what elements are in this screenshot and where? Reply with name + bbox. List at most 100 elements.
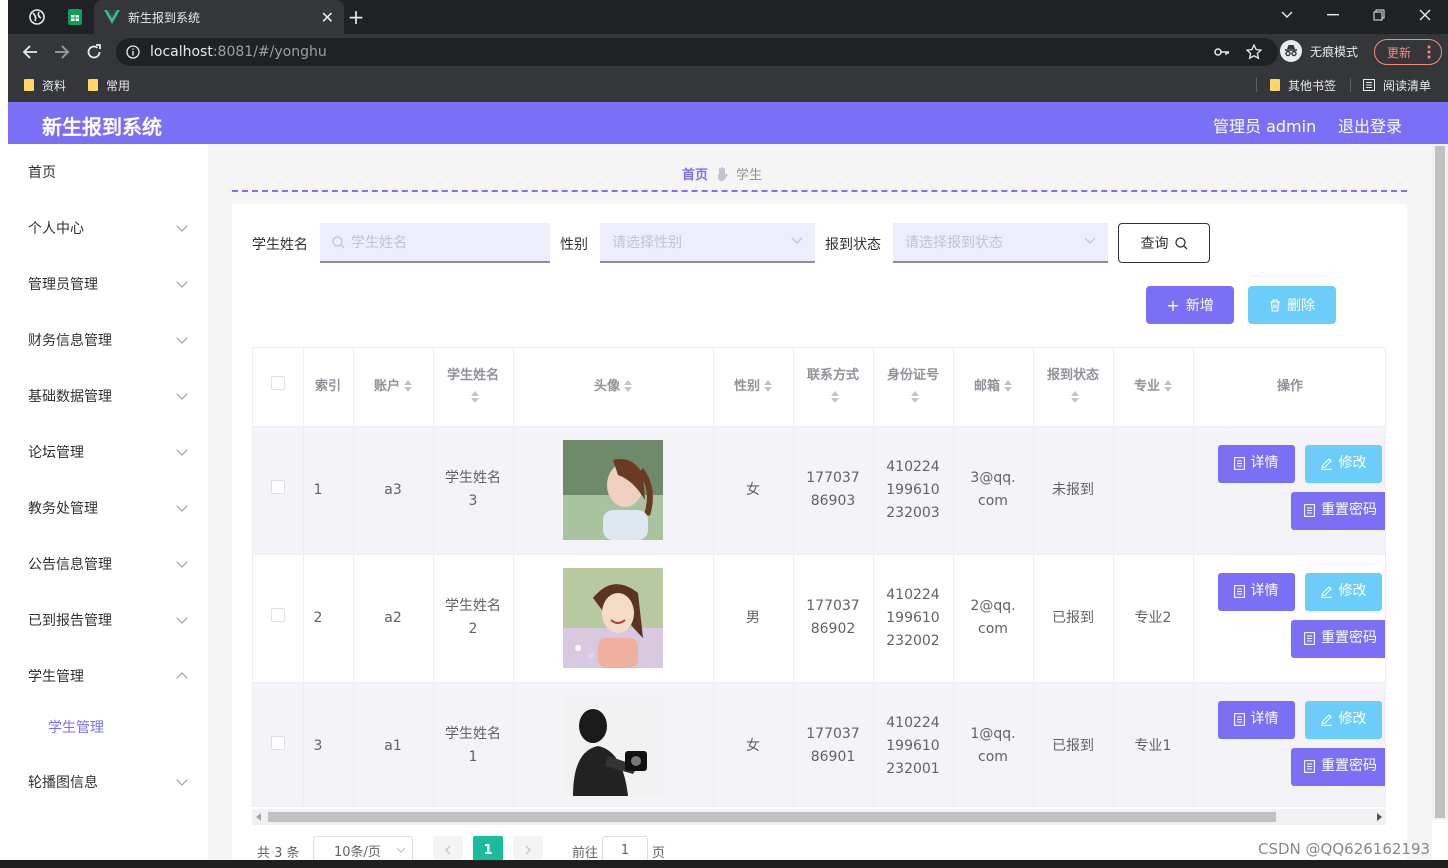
incognito-indicator[interactable]: 无痕模式	[1280, 40, 1358, 62]
edit-button[interactable]: 修改	[1304, 572, 1382, 611]
chevron-down-icon	[176, 556, 188, 568]
checkbox-cell[interactable]	[253, 554, 304, 683]
id-number-cell: 410224199610232002	[873, 554, 954, 683]
row-checkbox[interactable]	[270, 735, 285, 750]
sort-icon[interactable]	[1164, 379, 1172, 393]
detail-button[interactable]: 详情	[1217, 444, 1295, 483]
forward-icon[interactable]	[50, 40, 74, 64]
checkbox-cell[interactable]	[253, 426, 304, 555]
address-bar[interactable]: localhost:8081/#/yonghu	[116, 38, 1278, 66]
update-button[interactable]: 更新	[1374, 39, 1442, 65]
scrollbar-thumb[interactable]	[268, 812, 1276, 822]
sort-icon[interactable]	[404, 379, 412, 393]
sidebar-item-finance[interactable]: 财务信息管理	[8, 312, 208, 368]
select-all-cell[interactable]	[253, 348, 304, 427]
add-button[interactable]: + 新增	[1146, 286, 1234, 324]
status-select[interactable]: 请选择报到状态	[893, 223, 1108, 263]
key-icon[interactable]	[1214, 45, 1230, 59]
sort-icon[interactable]	[471, 390, 479, 404]
vertical-scrollbar[interactable]	[1432, 144, 1448, 820]
column-header[interactable]: 性别	[713, 348, 794, 427]
row-checkbox[interactable]	[270, 607, 285, 622]
table-row[interactable]: 2 a2 学生姓名2 男 17703786902 410224199610232002 2@…	[253, 554, 1385, 683]
document-icon	[1304, 760, 1315, 773]
sidebar-item-students[interactable]: 学生管理	[8, 648, 208, 704]
scrollbar-thumb[interactable]	[1435, 146, 1445, 818]
sidebar-item-home[interactable]: 首页	[8, 144, 208, 200]
reset-password-button[interactable]: 重置密码	[1290, 619, 1385, 658]
sidebar-item-admins[interactable]: 管理员管理	[8, 256, 208, 312]
scroll-right-icon[interactable]	[1376, 813, 1382, 821]
tab-search-icon[interactable]	[1264, 0, 1310, 30]
minimize-icon[interactable]	[1310, 0, 1356, 30]
sidebar-item-academic[interactable]: 教务处管理	[8, 480, 208, 536]
column-header[interactable]: 账户	[353, 348, 434, 427]
row-checkbox[interactable]	[270, 479, 285, 494]
tab-close-icon[interactable]: ✕	[321, 8, 334, 27]
breadcrumb-home[interactable]: 首页	[682, 164, 708, 183]
horizontal-scrollbar[interactable]	[252, 809, 1386, 825]
table-row[interactable]: 1 a3 学生姓名3 女 17703786903 410224199610232003 3@…	[253, 426, 1385, 555]
back-icon[interactable]	[18, 40, 42, 64]
chevron-down-icon	[176, 220, 188, 232]
restore-icon[interactable]	[1356, 0, 1402, 30]
close-window-icon[interactable]	[1402, 0, 1448, 30]
logout-link[interactable]: 退出登录	[1338, 113, 1402, 137]
gender-select[interactable]: 请选择性别	[600, 223, 815, 263]
detail-button[interactable]: 详情	[1217, 700, 1295, 739]
sort-icon[interactable]	[764, 379, 772, 393]
sidebar-item-notices[interactable]: 公告信息管理	[8, 536, 208, 592]
sidebar-subitem-students[interactable]: 学生管理	[8, 704, 208, 750]
reset-password-button[interactable]: 重置密码	[1290, 491, 1385, 530]
sidebar-item-profile[interactable]: 个人中心	[8, 200, 208, 256]
sort-icon[interactable]	[624, 379, 632, 393]
sort-icon[interactable]	[1004, 379, 1012, 393]
column-header[interactable]: 学生姓名	[433, 348, 514, 427]
reset-password-button[interactable]: 重置密码	[1290, 747, 1385, 786]
hand-icon	[716, 166, 728, 181]
sidebar-item-forum[interactable]: 论坛管理	[8, 424, 208, 480]
reset-password-label: 重置密码	[1321, 758, 1377, 774]
reading-list[interactable]: 阅读清单	[1363, 76, 1431, 94]
row-status: 已报到	[1052, 737, 1094, 754]
bookmark-folder[interactable]: 常用	[88, 76, 130, 94]
sidebar-item-basic-data[interactable]: 基础数据管理	[8, 368, 208, 424]
column-header[interactable]: 邮箱	[953, 348, 1034, 427]
header-label: 身份证号	[886, 367, 939, 383]
table-row[interactable]: 3 a1 学生姓名1 女 17703786901 410224199610232001 1@…	[253, 682, 1385, 807]
edit-button[interactable]: 修改	[1304, 700, 1382, 739]
email-cell: 2@qq.com	[953, 554, 1034, 683]
star-icon[interactable]	[1246, 44, 1262, 60]
column-header[interactable]: 头像	[513, 348, 714, 427]
select-all-checkbox[interactable]	[270, 375, 285, 390]
column-header[interactable]: 专业	[1113, 348, 1194, 427]
sort-icon[interactable]	[831, 390, 839, 404]
sort-icon[interactable]	[911, 390, 919, 404]
id-number-cell: 410224199610232001	[873, 682, 954, 806]
tab-globe[interactable]	[22, 0, 52, 34]
bookmark-folder[interactable]: 资料	[24, 76, 66, 94]
edit-button[interactable]: 修改	[1304, 444, 1382, 483]
chevron-up-icon	[176, 672, 188, 684]
other-bookmarks[interactable]: 其他书签	[1270, 76, 1336, 94]
detail-button[interactable]: 详情	[1217, 572, 1295, 611]
header-label: 性别	[733, 378, 760, 394]
column-header[interactable]: 身份证号	[873, 348, 954, 427]
tab-active[interactable]: 新生报到系统 ✕	[94, 0, 344, 34]
checkbox-cell[interactable]	[253, 682, 304, 806]
folder-icon	[24, 79, 34, 91]
column-header[interactable]: 报到状态	[1033, 348, 1114, 427]
name-search-input[interactable]: 学生姓名	[320, 223, 550, 263]
reload-icon[interactable]	[82, 40, 106, 64]
delete-button[interactable]: 删除	[1248, 286, 1336, 324]
query-button[interactable]: 查询	[1118, 223, 1210, 263]
sort-icon[interactable]	[1071, 390, 1079, 404]
sidebar-item-reported[interactable]: 已到报告管理	[8, 592, 208, 648]
scroll-left-icon[interactable]	[256, 813, 262, 821]
column-header[interactable]: 联系方式	[793, 348, 874, 427]
row-actions: 详情 修改 重置密码	[1194, 683, 1385, 807]
sidebar-item-carousel[interactable]: 轮播图信息	[8, 754, 208, 810]
tab-sheets[interactable]	[60, 0, 90, 34]
new-tab-button[interactable]: +	[344, 5, 368, 29]
info-icon[interactable]	[126, 45, 140, 59]
